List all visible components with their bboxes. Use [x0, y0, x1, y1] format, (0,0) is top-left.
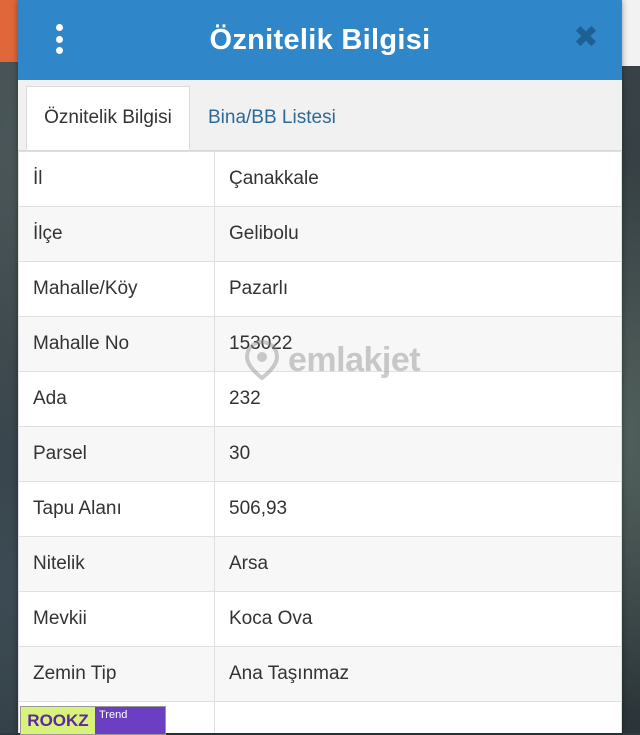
- tab-building-list[interactable]: Bina/BB Listesi: [208, 86, 336, 150]
- row-key: İl: [18, 151, 215, 207]
- attribute-dialog: Öznitelik Bilgisi ✖ Öznitelik Bilgisi Bi…: [18, 0, 622, 733]
- table-row: İl Çanakkale: [18, 151, 622, 207]
- table-row: Zemin Tip Ana Taşınmaz: [18, 646, 622, 702]
- row-key: Mahalle/Köy: [18, 261, 215, 317]
- row-key: Mahalle No: [18, 316, 215, 372]
- rookz-badge[interactable]: ROOKZ Trend: [20, 706, 166, 735]
- menu-dot: [55, 35, 63, 43]
- row-key: Nitelik: [18, 536, 215, 592]
- row-value: Koca Ova: [214, 591, 622, 647]
- more-vertical-icon[interactable]: [44, 22, 74, 56]
- row-value: Arsa: [214, 536, 622, 592]
- table-row: İlçe Gelibolu: [18, 206, 622, 262]
- row-key: Mevkii: [18, 591, 215, 647]
- row-value: 153022: [214, 316, 622, 372]
- row-key: Ada: [18, 371, 215, 427]
- tab-attribute-info[interactable]: Öznitelik Bilgisi: [26, 86, 190, 150]
- menu-dot: [55, 47, 63, 54]
- table-row: Mahalle No 153022: [18, 316, 622, 372]
- menu-dot: [55, 24, 63, 31]
- row-value: Çanakkale: [214, 151, 622, 207]
- table-row: Parsel 30: [18, 426, 622, 482]
- row-value: 232: [214, 371, 622, 427]
- attribute-table: İl Çanakkale İlçe Gelibolu Mahalle/Köy P…: [18, 151, 622, 733]
- row-key: Zemin Tip: [18, 646, 215, 702]
- tab-bar: Öznitelik Bilgisi Bina/BB Listesi: [18, 80, 622, 151]
- row-value: Gelibolu: [214, 206, 622, 262]
- row-value: Pazarlı: [214, 261, 622, 317]
- table-row: Tapu Alanı 506,93: [18, 481, 622, 537]
- row-value: Ana Taşınmaz: [214, 646, 622, 702]
- table-row: Mevkii Koca Ova: [18, 591, 622, 647]
- row-value: 506,93: [214, 481, 622, 537]
- dialog-title: Öznitelik Bilgisi: [209, 23, 431, 56]
- rookz-trend-label: Trend: [95, 707, 165, 734]
- table-row: Ada 232: [18, 371, 622, 427]
- background-orange-element: [0, 0, 18, 62]
- row-key: Parsel: [18, 426, 215, 482]
- rookz-logo: ROOKZ: [21, 707, 95, 734]
- close-icon[interactable]: ✖: [572, 23, 600, 53]
- table-row: Nitelik Arsa: [18, 536, 622, 592]
- table-row: Mahalle/Köy Pazarlı: [18, 261, 622, 317]
- row-value: 30: [214, 426, 622, 482]
- row-value: [214, 701, 622, 733]
- row-key: İlçe: [18, 206, 215, 262]
- row-key: Tapu Alanı: [18, 481, 215, 537]
- dialog-header: Öznitelik Bilgisi ✖: [18, 0, 622, 80]
